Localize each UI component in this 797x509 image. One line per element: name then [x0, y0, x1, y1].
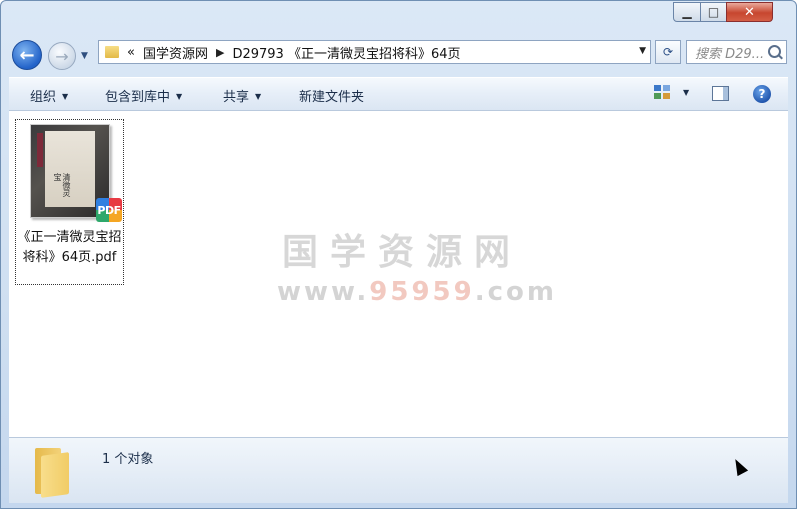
file-list[interactable]: 清微灵宝 PDF 《正一清微灵宝招将科》64页.pdf 国学资源网 www.95… — [9, 111, 788, 437]
refresh-button[interactable]: ⟳ — [655, 40, 681, 64]
view-tile-icon — [654, 85, 661, 91]
chevron-down-icon: ▼ — [255, 92, 262, 101]
folder-icon — [35, 446, 71, 498]
file-item[interactable]: 清微灵宝 PDF 《正一清微灵宝招将科》64页.pdf — [15, 119, 124, 285]
explorer-window: ▁ □ ✕ ← → ▼ « 国学资源网 ▶ D29793 《正一清微灵宝招将科》… — [0, 0, 797, 509]
close-button[interactable]: ✕ — [726, 2, 773, 22]
breadcrumb-separator-icon[interactable]: ▶ — [216, 46, 224, 59]
folder-front-icon — [41, 452, 69, 498]
new-folder-button[interactable]: 新建文件夹 — [299, 86, 364, 105]
minimize-button[interactable]: ▁ — [673, 2, 701, 22]
maximize-button[interactable]: □ — [700, 2, 727, 22]
search-placeholder: 搜索 D29... — [695, 46, 765, 62]
view-tile-icon — [663, 85, 670, 91]
view-tile-icon — [654, 93, 661, 99]
recent-pages-dropdown[interactable]: ▼ — [81, 51, 93, 61]
share-label: 共享 — [223, 90, 250, 105]
view-tile-icon — [663, 93, 670, 99]
breadcrumb-overflow[interactable]: « — [127, 45, 135, 60]
cover-spine — [37, 133, 43, 167]
search-icon — [768, 45, 781, 58]
watermark-url-highlight: 95959 — [369, 277, 475, 307]
title-bar: ▁ □ ✕ — [1, 1, 796, 35]
include-in-library-label: 包含到库中 — [105, 90, 171, 105]
navigation-bar: ← → ▼ « 国学资源网 ▶ D29793 《正一清微灵宝招将科》64页 ▼ … — [1, 37, 796, 71]
address-bar[interactable]: « 国学资源网 ▶ D29793 《正一清微灵宝招将科》64页 ▼ — [98, 40, 651, 64]
details-pane: 1 个对象 — [9, 437, 788, 503]
help-icon[interactable]: ? — [753, 85, 771, 103]
address-dropdown-icon[interactable]: ▼ — [639, 46, 646, 56]
forward-button[interactable]: → — [48, 42, 76, 70]
cover-text: 清微灵宝 — [53, 173, 71, 197]
share-button[interactable]: 共享 ▼ — [223, 86, 261, 105]
organize-label: 组织 — [30, 90, 57, 105]
watermark-url-suffix: .com — [474, 277, 557, 307]
include-in-library-button[interactable]: 包含到库中 ▼ — [105, 86, 182, 105]
watermark: 国学资源网 www.95959.com — [277, 223, 554, 307]
back-button[interactable]: ← — [12, 40, 42, 70]
chevron-down-icon: ▼ — [62, 92, 69, 101]
watermark-url-prefix: www. — [277, 277, 370, 307]
chevron-down-icon: ▼ — [176, 92, 183, 101]
command-bar: 组织 ▼ 包含到库中 ▼ 共享 ▼ 新建文件夹 ▼ ? — [9, 77, 788, 111]
search-input[interactable]: 搜索 D29... — [686, 40, 787, 64]
object-count: 1 个对象 — [102, 452, 154, 467]
watermark-url: www.95959.com — [277, 277, 554, 307]
view-options-dropdown-icon[interactable]: ▼ — [683, 88, 689, 97]
folder-icon — [105, 46, 119, 58]
file-name[interactable]: 《正一清微灵宝招将科》64页.pdf — [16, 228, 123, 268]
change-view-icon[interactable] — [654, 85, 671, 100]
organize-button[interactable]: 组织 ▼ — [30, 86, 68, 105]
preview-pane-icon[interactable] — [712, 86, 729, 101]
watermark-title: 国学资源网 — [281, 232, 522, 273]
breadcrumb-item-root[interactable]: 国学资源网 — [143, 43, 208, 62]
pdf-icon: PDF — [96, 198, 122, 222]
breadcrumb-item-current[interactable]: D29793 《正一清微灵宝招将科》64页 — [232, 43, 460, 62]
